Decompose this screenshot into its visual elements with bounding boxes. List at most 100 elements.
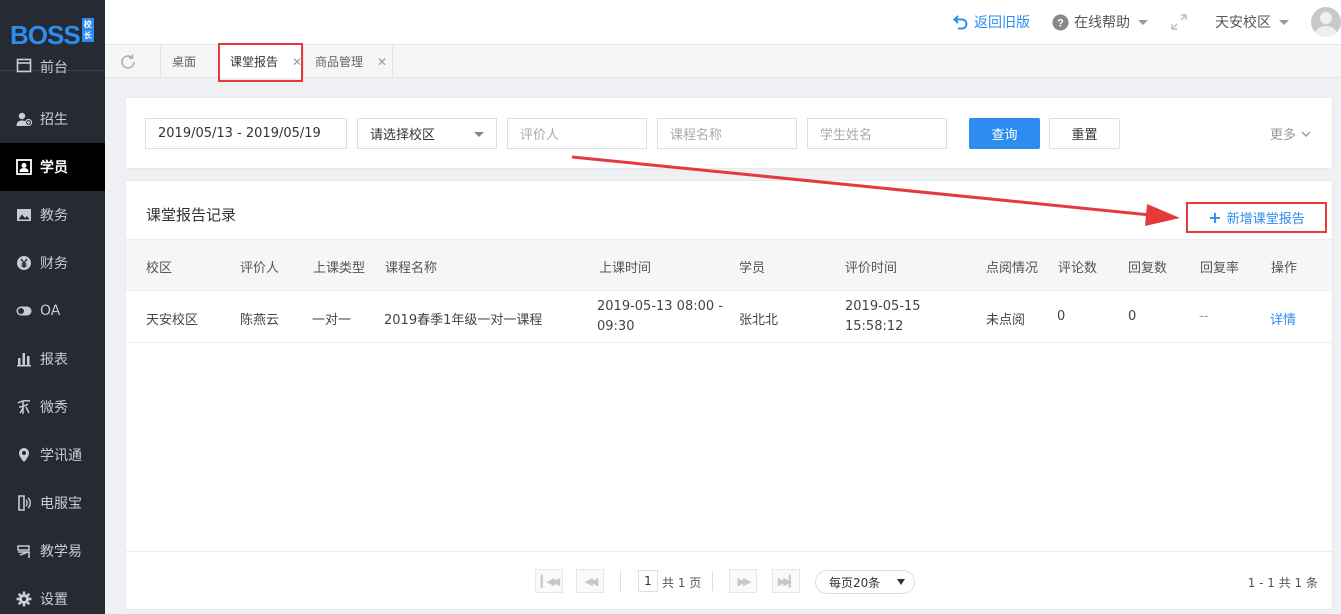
cell-read-status: 未点阅 xyxy=(986,313,1026,328)
column-header: 操作 xyxy=(1271,261,1298,276)
details-link[interactable]: 详情 xyxy=(1270,309,1296,328)
picture-icon xyxy=(16,207,32,223)
sidebar-item-academic[interactable]: 教务 xyxy=(0,191,105,239)
filter-panel: 2019/05/13 - 2019/05/19 请选择校区 评价人 课程名称 学… xyxy=(125,97,1333,169)
sidebar: BOSS 校长 前台 招生 学员 教务 财务 OA 报表 微秀 学讯通 电服宝 … xyxy=(0,0,105,614)
records-title: 课堂报告记录 xyxy=(146,206,237,224)
last-page-icon[interactable]: ▶▶▎ xyxy=(772,569,800,593)
gear-icon xyxy=(16,591,32,607)
cell-course: 2019春季1年级一对一课程 xyxy=(384,313,543,328)
pager-summary: 1 - 1 共 1 条 xyxy=(1247,576,1318,590)
sidebar-item-dianfubao[interactable]: 电服宝 xyxy=(0,479,105,527)
pager-separator xyxy=(712,571,713,591)
avatar[interactable] xyxy=(1311,7,1341,37)
bar-chart-icon xyxy=(16,351,32,367)
campus-select-value: 请选择校区 xyxy=(370,128,436,143)
student-name-input[interactable]: 学生姓名 xyxy=(807,118,947,149)
sidebar-item-label: 学员 xyxy=(40,160,68,176)
evaluator-input[interactable]: 评价人 xyxy=(507,118,647,149)
sidebar-item-students[interactable]: 学员 xyxy=(0,143,105,191)
column-header: 回复数 xyxy=(1128,261,1168,276)
sidebar-item-finance[interactable]: 财务 xyxy=(0,239,105,287)
close-icon[interactable]: ✕ xyxy=(377,55,387,69)
weixiu-icon xyxy=(16,399,32,415)
reset-button[interactable]: 重置 xyxy=(1049,118,1120,149)
page-number-input[interactable]: 1 xyxy=(638,570,658,592)
more-filters-toggle[interactable]: 更多 xyxy=(1270,124,1312,143)
sidebar-item-jiaoxueyi[interactable]: 教学易 xyxy=(0,527,105,575)
eval-time-line-2: 15:58:12 xyxy=(845,319,904,334)
column-header: 点阅情况 xyxy=(986,261,1039,276)
sidebar-nav: 前台 招生 学员 教务 财务 OA 报表 微秀 学讯通 电服宝 教学易 设置 xyxy=(0,57,105,614)
toggle-icon xyxy=(16,303,32,319)
campus-switcher[interactable]: 天安校区 xyxy=(1215,12,1289,32)
course-name-input[interactable]: 课程名称 xyxy=(657,118,797,149)
column-header: 上课时间 xyxy=(599,261,652,276)
column-header: 评价时间 xyxy=(845,261,898,276)
chevron-down-icon xyxy=(1138,19,1148,25)
online-help-label: 在线帮助 xyxy=(1074,15,1130,31)
sidebar-item-label: 设置 xyxy=(40,592,68,608)
column-header: 学员 xyxy=(739,261,766,276)
more-label: 更多 xyxy=(1269,128,1296,143)
sidebar-item-label: 财务 xyxy=(40,256,68,272)
back-to-old-version-label: 返回旧版 xyxy=(974,15,1030,31)
page-size-value: 每页20条 xyxy=(829,575,881,590)
back-to-old-version-link[interactable]: 返回旧版 xyxy=(953,12,1030,32)
class-time-line-1: 2019-05-13 08:00 - xyxy=(597,299,723,314)
top-bar: 返回旧版 ? 在线帮助 天安校区 xyxy=(105,0,1341,45)
cell-eval-time: 2019-05-15 15:58:12 xyxy=(845,297,921,337)
sidebar-item-label: 微秀 xyxy=(40,400,68,416)
logo-badge: 校长 xyxy=(81,18,94,42)
campus-select[interactable]: 请选择校区 xyxy=(357,118,497,149)
sidebar-item-label: 教务 xyxy=(40,208,68,224)
sidebar-item-xuexuntong[interactable]: 学讯通 xyxy=(0,431,105,479)
refresh-icon[interactable] xyxy=(119,53,137,71)
svg-text:?: ? xyxy=(1057,17,1064,29)
add-class-report-button[interactable]: + 新增课堂报告 xyxy=(1186,202,1327,233)
tab-desktop[interactable]: 桌面 xyxy=(160,45,218,78)
online-help-menu[interactable]: ? 在线帮助 xyxy=(1052,12,1148,32)
student-name-placeholder: 学生姓名 xyxy=(820,128,873,143)
sidebar-item-label: 招生 xyxy=(40,112,68,128)
book-icon xyxy=(16,543,32,559)
sidebar-item-oa[interactable]: OA xyxy=(0,287,105,335)
sidebar-item-label: OA xyxy=(40,303,61,319)
page-size-select[interactable]: 每页20条 xyxy=(815,570,915,594)
active-tab-highlight-box xyxy=(218,43,303,82)
tab-label: 商品管理 xyxy=(315,55,364,69)
search-button[interactable]: 查询 xyxy=(969,118,1040,149)
sidebar-item-enroll[interactable]: 招生 xyxy=(0,95,105,143)
cell-class-time: 2019-05-13 08:00 - 09:30 xyxy=(597,297,723,337)
evaluator-placeholder: 评价人 xyxy=(520,128,560,143)
cell-campus: 天安校区 xyxy=(146,313,199,328)
sidebar-item-reports[interactable]: 报表 xyxy=(0,335,105,383)
phone-icon xyxy=(16,495,32,511)
column-header: 上课类型 xyxy=(313,261,366,276)
date-range-picker[interactable]: 2019/05/13 - 2019/05/19 xyxy=(145,118,347,149)
next-page-icon[interactable]: ▶▶ xyxy=(729,569,757,593)
undo-icon xyxy=(953,15,968,30)
tab-product-management[interactable]: 商品管理 ✕ xyxy=(303,45,393,78)
yen-icon xyxy=(16,255,32,271)
first-page-icon[interactable]: ▎◀◀ xyxy=(535,569,563,593)
cell-reply-rate: -- xyxy=(1199,309,1209,324)
cell-student: 张北北 xyxy=(739,313,779,328)
prev-page-icon[interactable]: ◀◀ xyxy=(576,569,604,593)
records-panel: 课堂报告记录 + 新增课堂报告 校区 评价人 上课类型 课程名称 上课时间 学员… xyxy=(125,180,1333,610)
sidebar-item-settings[interactable]: 设置 xyxy=(0,575,105,614)
course-name-placeholder: 课程名称 xyxy=(670,128,723,143)
eval-time-line-1: 2019-05-15 xyxy=(845,299,921,314)
sidebar-item-label: 教学易 xyxy=(40,544,82,560)
table-header: 校区 评价人 上课类型 课程名称 上课时间 学员 评价时间 点阅情况 评论数 回… xyxy=(126,239,1332,291)
fullscreen-button[interactable] xyxy=(1170,13,1193,31)
sidebar-item-label: 报表 xyxy=(40,352,68,368)
sidebar-item-frontdesk[interactable]: 前台 xyxy=(0,57,105,95)
location-icon xyxy=(16,447,32,463)
sidebar-item-label: 前台 xyxy=(40,60,68,76)
campus-label: 天安校区 xyxy=(1215,15,1271,31)
sidebar-item-weixiu[interactable]: 微秀 xyxy=(0,383,105,431)
calendar-icon xyxy=(16,57,32,73)
caret-down-icon xyxy=(897,579,905,585)
add-class-report-label: 新增课堂报告 xyxy=(1226,212,1305,227)
